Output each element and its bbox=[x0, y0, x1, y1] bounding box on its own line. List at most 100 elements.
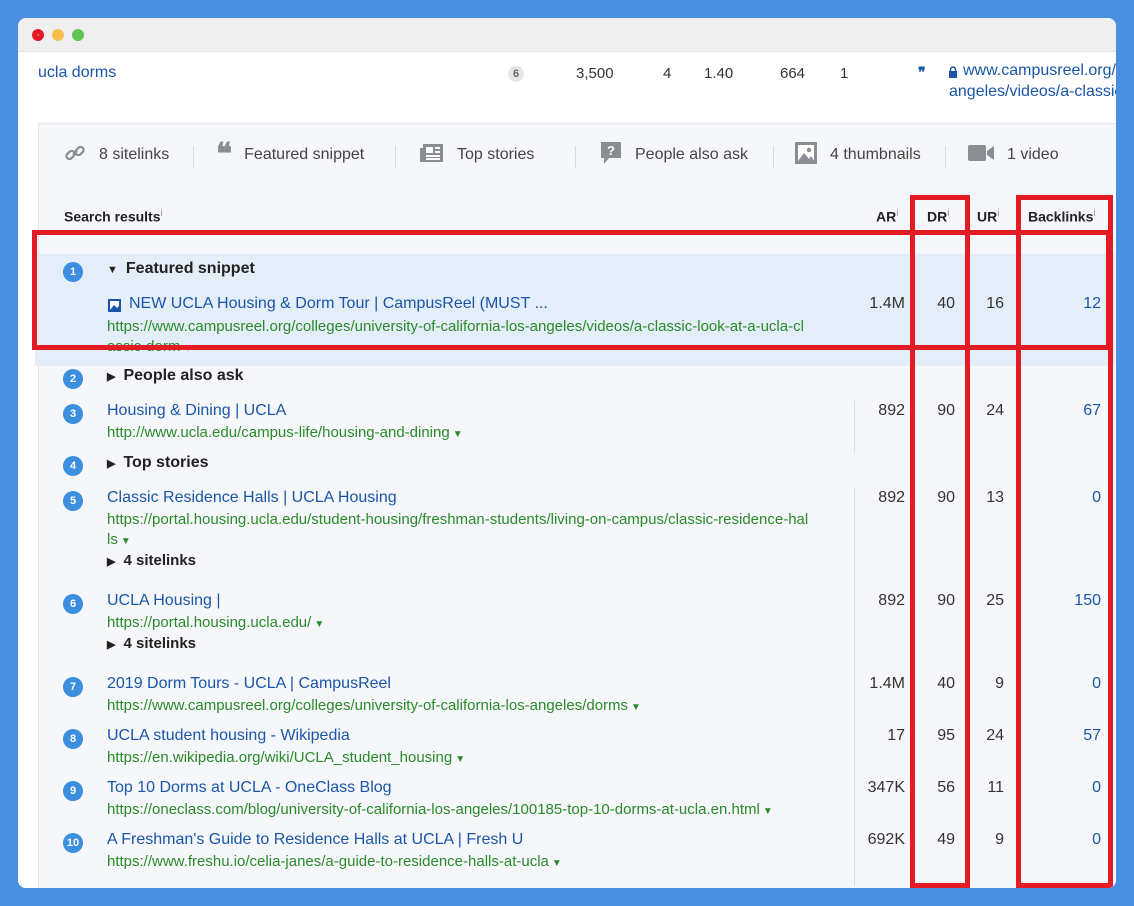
feature-thumbnails-label: 4 thumbnails bbox=[830, 146, 921, 163]
divider bbox=[395, 146, 396, 168]
top-stories-toggle-label: Top stories bbox=[123, 454, 209, 471]
result-rank-badge: 8 bbox=[63, 729, 83, 749]
feature-sitelinks-label: 8 sitelinks bbox=[99, 146, 170, 163]
sitelinks-toggle-label: 4 sitelinks bbox=[123, 635, 197, 652]
top-stories-toggle[interactable]: ▶ Top stories bbox=[107, 454, 209, 472]
people-also-ask-toggle-label: People also ask bbox=[123, 367, 244, 384]
result-rank-badge: 4 bbox=[63, 456, 83, 476]
result-rank-badge: 9 bbox=[63, 781, 83, 801]
result-url[interactable]: https://portal.housing.ucla.edu/▼ bbox=[107, 613, 324, 635]
serp-overview: ucla dorms 6 3,500 4 1.40 664 1 ❞ www.ca… bbox=[18, 52, 1116, 888]
lock-icon bbox=[948, 65, 958, 83]
result-url-line1[interactable]: https://portal.housing.ucla.edu/student-… bbox=[107, 510, 808, 530]
sitelinks-toggle-label: 4 sitelinks bbox=[123, 552, 197, 569]
result-url[interactable]: https://en.wikipedia.org/wiki/UCLA_stude… bbox=[107, 748, 465, 770]
caret-down-icon[interactable]: ▼ bbox=[552, 858, 562, 869]
info-icon[interactable]: i bbox=[997, 208, 999, 219]
result-url[interactable]: http://www.ucla.edu/campus-life/housing-… bbox=[107, 423, 463, 445]
result-title-link[interactable]: Housing & Dining | UCLA bbox=[107, 402, 286, 420]
divider bbox=[193, 146, 194, 168]
close-window-button[interactable] bbox=[32, 29, 44, 41]
traffic-value: 664 bbox=[780, 65, 806, 82]
caret-right-icon: ▶ bbox=[107, 639, 116, 651]
divider bbox=[575, 146, 576, 168]
sitelinks-toggle[interactable]: ▶ 4 sitelinks bbox=[107, 552, 196, 569]
ar-header-label: AR bbox=[876, 208, 897, 225]
feature-people-also-ask-label: People also ask bbox=[635, 146, 748, 163]
result-url-text[interactable]: https://oneclass.com/blog/university-of-… bbox=[107, 801, 760, 818]
result-url-text[interactable]: https://en.wikipedia.org/wiki/UCLA_stude… bbox=[107, 749, 452, 766]
feature-featured-snippet[interactable]: ❝ Featured snippet bbox=[216, 138, 364, 172]
result-url-line2-text[interactable]: ls bbox=[107, 531, 118, 548]
caret-down-icon[interactable]: ▼ bbox=[763, 806, 773, 817]
svg-text:?: ? bbox=[607, 143, 615, 158]
newspaper-icon bbox=[419, 142, 457, 169]
volume-value: 3,500 bbox=[576, 65, 614, 82]
keyword-link[interactable]: ucla dorms bbox=[38, 64, 116, 82]
feature-sitelinks[interactable]: 8 sitelinks bbox=[63, 138, 169, 172]
feature-video[interactable]: 1 video bbox=[967, 138, 1059, 172]
parent-topic-value: 1 bbox=[840, 65, 849, 82]
backlinks-column-annotation-box bbox=[1016, 195, 1113, 888]
result-url-line2[interactable]: ls ▼ bbox=[107, 530, 131, 552]
feature-top-stories-label: Top stories bbox=[457, 146, 535, 163]
caret-down-icon[interactable]: ▼ bbox=[121, 536, 131, 547]
feature-people-also-ask[interactable]: ? People also ask bbox=[599, 138, 748, 172]
maximize-window-button[interactable] bbox=[72, 29, 84, 41]
result-title-link[interactable]: UCLA Housing | bbox=[107, 592, 221, 610]
result-rank-badge: 5 bbox=[63, 491, 83, 511]
top-result-url-line1[interactable]: www.campusreel.org/c bbox=[963, 62, 1116, 80]
caret-right-icon: ▶ bbox=[107, 371, 116, 383]
top-result-url-line2[interactable]: angeles/videos/a-classic bbox=[949, 83, 1116, 101]
result-title-link[interactable]: Top 10 Dorms at UCLA - OneClass Blog bbox=[107, 779, 392, 797]
result-url-text[interactable]: http://www.ucla.edu/campus-life/housing-… bbox=[107, 424, 450, 441]
feature-featured-snippet-label: Featured snippet bbox=[244, 146, 365, 163]
result-url[interactable]: https://www.freshu.io/celia-janes/a-guid… bbox=[107, 852, 562, 874]
title-bar bbox=[18, 18, 1116, 52]
result-rank-badge: 6 bbox=[63, 594, 83, 614]
search-results-header: Search resultsi bbox=[64, 208, 163, 225]
dr-column-annotation-box bbox=[910, 195, 970, 888]
caret-right-icon: ▶ bbox=[107, 556, 116, 568]
result-url[interactable]: https://oneclass.com/blog/university-of-… bbox=[107, 800, 773, 822]
result-url-text[interactable]: https://www.campusreel.org/colleges/univ… bbox=[107, 697, 628, 714]
result-title-link[interactable]: Classic Residence Halls | UCLA Housing bbox=[107, 489, 397, 507]
result-rank-badge: 3 bbox=[63, 404, 83, 424]
result-rank-badge: 7 bbox=[63, 677, 83, 697]
feature-thumbnails[interactable]: 4 thumbnails bbox=[794, 138, 921, 172]
search-results-header-label: Search results bbox=[64, 208, 161, 225]
feature-video-label: 1 video bbox=[1007, 146, 1059, 163]
ur-header-label: UR bbox=[977, 208, 998, 225]
caret-right-icon: ▶ bbox=[107, 458, 116, 470]
caret-down-icon[interactable]: ▼ bbox=[453, 429, 463, 440]
image-icon bbox=[794, 141, 830, 170]
info-icon[interactable]: i bbox=[161, 208, 163, 219]
result-title-link[interactable]: UCLA student housing - Wikipedia bbox=[107, 727, 350, 745]
quote-icon: ❝ bbox=[216, 138, 233, 171]
caret-down-icon[interactable]: ▼ bbox=[314, 619, 324, 630]
divider bbox=[773, 146, 774, 168]
video-icon bbox=[967, 143, 1007, 168]
sitelinks-toggle[interactable]: ▶ 4 sitelinks bbox=[107, 635, 196, 652]
result-url-text[interactable]: https://www.freshu.io/celia-janes/a-guid… bbox=[107, 853, 549, 870]
minimize-window-button[interactable] bbox=[52, 29, 64, 41]
quote-icon: ❞ bbox=[918, 64, 926, 80]
result-title-link[interactable]: A Freshman's Guide to Residence Halls at… bbox=[107, 831, 523, 849]
kd-value: 4 bbox=[663, 65, 672, 82]
result-title-link[interactable]: 2019 Dorm Tours - UCLA | CampusReel bbox=[107, 675, 391, 693]
caret-down-icon[interactable]: ▼ bbox=[455, 754, 465, 765]
question-icon: ? bbox=[599, 140, 635, 171]
cpc-value: 1.40 bbox=[704, 65, 734, 82]
ar-header[interactable]: ARi bbox=[876, 208, 898, 225]
people-also-ask-toggle[interactable]: ▶ People also ask bbox=[107, 367, 244, 385]
browser-window: ucla dorms 6 3,500 4 1.40 664 1 ❞ www.ca… bbox=[18, 18, 1116, 888]
feature-top-stories[interactable]: Top stories bbox=[419, 138, 534, 172]
divider bbox=[945, 146, 946, 168]
result-rank-badge: 2 bbox=[63, 369, 83, 389]
result-url[interactable]: https://www.campusreel.org/colleges/univ… bbox=[107, 696, 641, 718]
caret-down-icon[interactable]: ▼ bbox=[631, 702, 641, 713]
info-icon[interactable]: i bbox=[896, 208, 898, 219]
ur-header[interactable]: URi bbox=[977, 208, 999, 225]
result-url-text[interactable]: https://portal.housing.ucla.edu/ bbox=[107, 614, 311, 631]
result-rank-badge: 10 bbox=[63, 833, 83, 853]
